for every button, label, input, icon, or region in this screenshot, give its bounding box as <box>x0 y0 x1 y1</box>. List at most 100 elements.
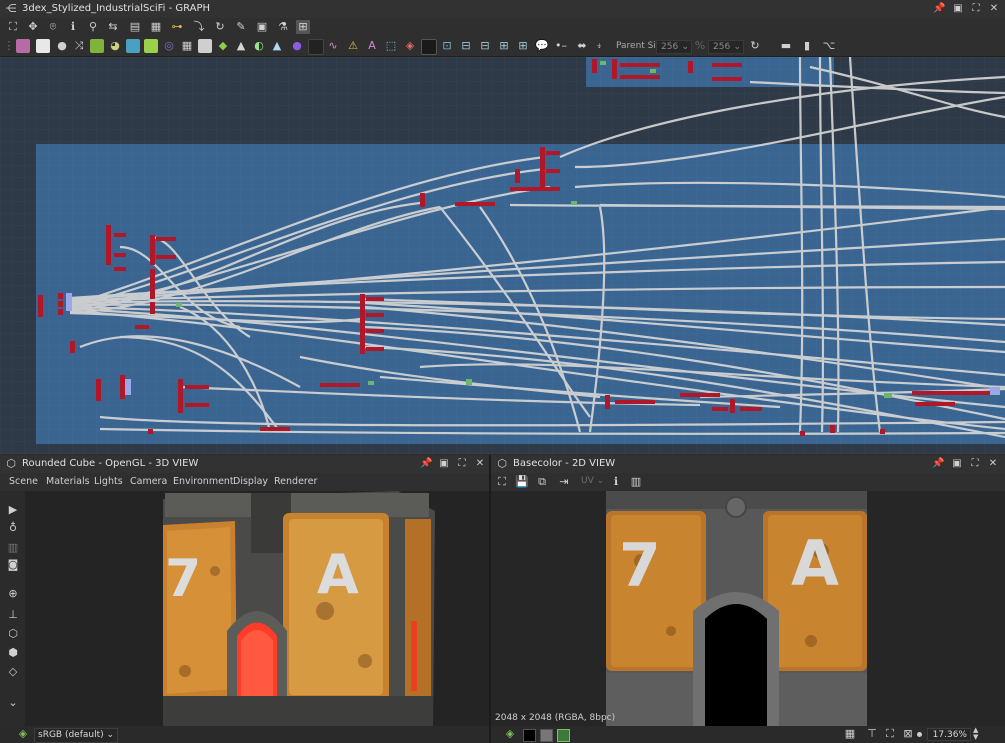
function-icon-3[interactable]: ⊟ <box>478 39 492 53</box>
atomic-gradient-icon[interactable]: ◕ <box>108 39 122 53</box>
move-icon[interactable]: ✥ <box>26 20 40 34</box>
restore-icon[interactable]: ▣ <box>438 458 450 470</box>
atomic-sphere-icon[interactable]: ● <box>290 39 304 53</box>
copy-icon[interactable]: ⧉ <box>535 475 549 489</box>
pin-icon[interactable]: 📌 <box>420 458 432 470</box>
atomic-transform-icon[interactable] <box>126 39 140 53</box>
uv-dropdown[interactable]: UV ⌄ <box>581 476 604 486</box>
restore-icon[interactable]: ▣ <box>951 458 963 470</box>
zoom-field[interactable]: 17.36% <box>927 728 971 741</box>
menu-scene[interactable]: Scene <box>9 473 38 491</box>
atomic-text-icon[interactable]: A <box>365 39 379 53</box>
layout-h-icon[interactable]: ▬ <box>779 39 793 53</box>
atomic-curve-icon[interactable] <box>90 39 104 53</box>
colorspace-dropdown[interactable]: sRGB (default) ⌄ <box>34 728 118 743</box>
layout-v-icon[interactable]: ▮ <box>800 39 814 53</box>
maximize-icon[interactable]: ⛶ <box>969 458 981 470</box>
plane-icon[interactable]: ◇ <box>6 665 20 679</box>
tile-icon[interactable]: ⊤ <box>865 727 879 741</box>
atomic-frame-icon[interactable]: ⬚ <box>384 39 398 53</box>
axis-icon[interactable]: ⊥ <box>6 608 20 622</box>
reset-icon[interactable]: ↻ <box>748 39 762 53</box>
graph-canvas[interactable] <box>0 57 1005 454</box>
atomic-blur-icon[interactable]: ● <box>55 39 69 53</box>
menu-renderer[interactable]: Renderer <box>274 473 317 491</box>
layers-icon[interactable]: ◈ <box>16 727 30 741</box>
camera-icon[interactable]: ⌾ <box>46 20 60 34</box>
grid-snap-icon[interactable]: ⊞ <box>296 20 310 34</box>
histogram-icon[interactable]: ▥ <box>629 475 643 489</box>
route-icon[interactable]: ⤵ <box>192 20 206 34</box>
pin-node-icon[interactable]: ⬌ <box>575 39 589 53</box>
cube-solid-icon[interactable]: ⬢ <box>6 646 20 660</box>
atomic-wave-icon[interactable]: ∿ <box>326 39 340 53</box>
zoom-out-icon[interactable]: ⊠ <box>901 727 915 741</box>
menu-materials[interactable]: Materials <box>46 473 90 491</box>
atomic-fxmap-icon[interactable]: ◎ <box>162 39 176 53</box>
view2d-viewport[interactable]: 7 A 2048 x 2048 (RGBA, 8bpc) <box>491 491 1005 726</box>
clean-icon[interactable]: ⚗ <box>276 20 290 34</box>
expand-icon[interactable]: ⌄ <box>6 696 20 710</box>
atomic-normal-icon[interactable]: ◐ <box>252 39 266 53</box>
tools-icon[interactable]: ✎ <box>234 20 248 34</box>
atomic-fill-icon[interactable]: ◈ <box>403 39 417 53</box>
menu-environment[interactable]: Environment <box>173 473 234 491</box>
function-icon-2[interactable]: ⊟ <box>459 39 473 53</box>
layers-icon[interactable]: ◈ <box>503 727 517 741</box>
parent-size-dropdown[interactable]: 256 ⌄ <box>656 40 692 54</box>
function-icon-4[interactable]: ⊞ <box>497 39 511 53</box>
cube-wire-icon[interactable]: ⬡ <box>6 627 20 641</box>
zoom-slider-dot[interactable] <box>917 732 922 737</box>
atomic-shuffle-icon[interactable]: ⤨ <box>72 39 86 53</box>
atomic-levels-icon[interactable] <box>198 39 212 53</box>
video-camera-icon[interactable]: ▶ <box>6 503 20 517</box>
fit-view-icon[interactable]: ⛶ <box>883 727 897 741</box>
channel-black[interactable] <box>523 729 536 742</box>
view3d-viewport[interactable]: 7 A <box>25 491 489 726</box>
size-dropdown[interactable]: 256 ⌄ <box>708 40 744 54</box>
atomic-warp-icon[interactable] <box>144 39 158 53</box>
info-icon[interactable]: ℹ <box>66 20 80 34</box>
layout-tree-icon[interactable]: ⌥ <box>822 39 836 53</box>
function-icon-5[interactable]: ⊞ <box>516 39 530 53</box>
pin-icon[interactable]: 📌 <box>933 3 945 15</box>
channel-gray[interactable] <box>540 729 553 742</box>
layout-icon[interactable]: ▦ <box>149 20 163 34</box>
align-icon[interactable]: ▤ <box>128 20 142 34</box>
atomic-warning-icon[interactable]: ⚠ <box>346 39 360 53</box>
connect-icon[interactable]: ⊶ <box>170 20 184 34</box>
atomic-hsl-icon[interactable]: ◆ <box>216 39 230 53</box>
grid-icon[interactable]: ▦ <box>843 727 857 741</box>
atomic-emboss-icon[interactable]: ▲ <box>270 39 284 53</box>
atomic-blend-icon[interactable]: ▲ <box>234 39 248 53</box>
light-bulb-icon[interactable]: ♁ <box>6 521 20 535</box>
link-icon[interactable]: ⇆ <box>106 20 120 34</box>
menu-display[interactable]: Display <box>233 473 268 491</box>
maximize-icon[interactable]: ⛶ <box>970 3 982 15</box>
snapshot-icon[interactable]: ▣ <box>255 20 269 34</box>
close-icon[interactable]: ✕ <box>474 458 486 470</box>
function-icon-1[interactable]: ⊡ <box>440 39 454 53</box>
info-icon[interactable]: ℹ <box>609 475 623 489</box>
dot-node-icon[interactable]: •– <box>554 39 568 53</box>
export-icon[interactable]: ⇥ <box>557 475 571 489</box>
fit-icon[interactable]: ⛶ <box>495 475 509 489</box>
menu-camera[interactable]: Camera <box>130 473 167 491</box>
search-icon[interactable]: ⚲ <box>86 20 100 34</box>
maximize-icon[interactable]: ⛶ <box>456 458 468 470</box>
atomic-uniform-icon[interactable] <box>36 39 50 53</box>
frame-all-icon[interactable]: ⛶ <box>6 20 20 34</box>
environment-icon[interactable]: ▥ <box>6 541 20 555</box>
menu-lights[interactable]: Lights <box>94 473 123 491</box>
screenshot-icon[interactable]: ◙ <box>6 558 20 572</box>
comment-icon[interactable]: 💬 <box>535 39 549 53</box>
channel-rgb[interactable] <box>557 729 570 742</box>
restore-icon[interactable]: ▣ <box>952 3 964 15</box>
frame-icon[interactable]: ⊕ <box>6 587 20 601</box>
atomic-noise-icon[interactable] <box>308 39 324 55</box>
atomic-bitmap-icon[interactable] <box>16 39 30 53</box>
pin-icon[interactable]: 📌 <box>932 458 944 470</box>
pin-down-icon[interactable]: ⍖ <box>592 39 606 53</box>
loop-icon[interactable]: ↻ <box>213 20 227 34</box>
zoom-spinner[interactable]: ▲ ▼ <box>973 727 978 741</box>
